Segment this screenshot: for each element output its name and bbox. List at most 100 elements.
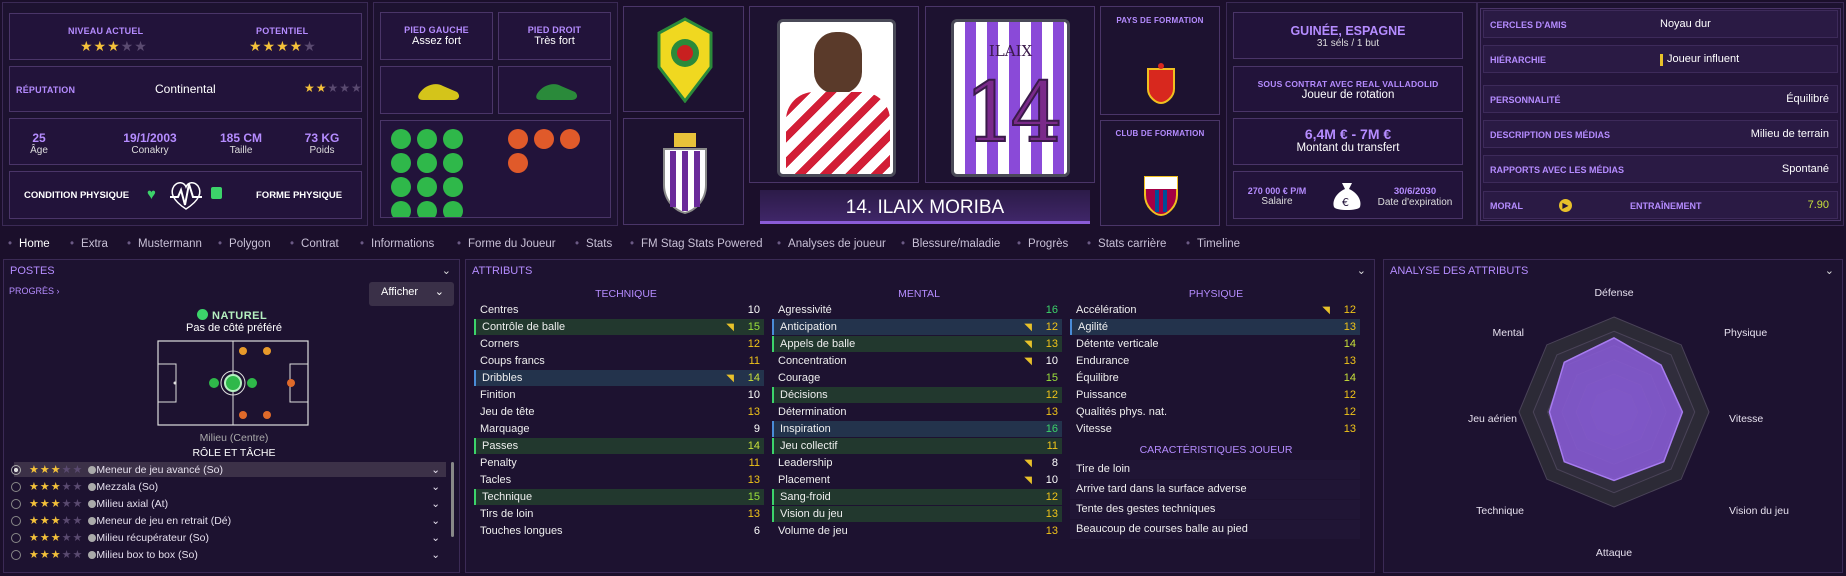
attribute-row[interactable]: Centres 10 [474,302,764,318]
info-row-media-relations[interactable]: RAPPORTS AVEC LES MÉDIAS Spontané [1483,155,1838,183]
trait-icon[interactable] [443,177,463,197]
tab-timeline[interactable]: Timeline [1186,238,1240,250]
role-row[interactable]: ★★★★★ Milieu récupérateur (So) ⌄ [11,530,446,545]
trait-item[interactable]: Beaucoup de courses balle au pied [1070,520,1360,539]
attribute-row[interactable]: Vision du jeu 13 [772,506,1062,522]
tab-polygon[interactable]: Polygon [218,238,271,250]
tab-analyses[interactable]: Analyses de joueur [777,238,886,250]
role-row[interactable]: ★★★★★ Meneur de jeu avancé (So) ⌄ [11,462,446,477]
attribute-row[interactable]: Marquage 9 [474,421,764,437]
attribute-row[interactable]: Détente verticale 14 [1070,336,1360,352]
attribute-row[interactable]: Sang-froid 12 [772,489,1062,505]
trait-icon[interactable] [391,177,411,197]
chevron-down-icon[interactable]: ⌄ [1825,264,1834,277]
attribute-row[interactable]: Anticipation ◥ 12 [772,319,1062,335]
chevron-down-icon[interactable]: ⌄ [431,464,440,476]
info-row-hierarchy[interactable]: HIÉRARCHIE Joueur influent [1483,45,1838,73]
info-icon[interactable] [88,465,97,474]
trait-icon[interactable] [443,129,463,149]
tab-informations[interactable]: Informations [360,238,434,250]
roles-scrollbar[interactable] [451,462,454,537]
chevron-down-icon[interactable]: ⌄ [431,481,440,493]
tab-blessure[interactable]: Blessure/maladie [901,238,1000,250]
attribute-row[interactable]: Courage 15 [772,370,1062,386]
attribute-row[interactable]: Décisions 12 [772,387,1062,403]
attribute-row[interactable]: Tacles 13 [474,472,764,488]
attribute-row[interactable]: Leadership ◥ 8 [772,455,1062,471]
trait-icon[interactable] [443,201,463,217]
tab-progres[interactable]: Progrès [1017,238,1068,250]
attribute-row[interactable]: Jeu collectif 11 [772,438,1062,454]
show-button[interactable]: Afficher ⌄ [369,282,454,306]
role-row[interactable]: ★★★★★ Meneur de jeu en retrait (Dé) ⌄ [11,513,446,528]
attribute-row[interactable]: Coups francs 11 [474,353,764,369]
info-row-friends[interactable]: CERCLES D'AMIS Noyau dur [1483,10,1838,38]
tab-home[interactable]: Home [8,238,50,250]
role-row[interactable]: ★★★★★ Mezzala (So) ⌄ [11,479,446,494]
info-row-morale[interactable]: MORAL ▶ ENTRAÎNEMENT 7.90 [1483,191,1838,219]
attribute-row[interactable]: Inspiration 16 [772,421,1062,437]
info-icon[interactable] [88,516,97,525]
radio[interactable] [11,498,21,509]
trait-icon[interactable] [508,153,528,173]
attribute-row[interactable]: Endurance 13 [1070,353,1360,369]
radio[interactable] [11,549,21,560]
radio-selected[interactable] [11,464,21,475]
attribute-row[interactable]: Accélération ◥ 12 [1070,302,1360,318]
attribute-row[interactable]: Passes 14 [474,438,764,454]
trait-icon[interactable] [560,129,580,149]
trait-icon[interactable] [417,201,437,217]
trait-icon[interactable] [508,129,528,149]
progress-link[interactable]: PROGRÈS › [9,286,60,296]
trait-icon[interactable] [534,129,554,149]
trait-item[interactable]: Arrive tard dans la surface adverse [1070,480,1360,499]
attribute-row[interactable]: Corners 12 [474,336,764,352]
attribute-row[interactable]: Concentration ◥ 10 [772,353,1062,369]
tab-extra[interactable]: Extra [70,238,108,250]
info-icon[interactable] [88,533,97,542]
trait-icon[interactable] [391,153,411,173]
trait-icon[interactable] [417,153,437,173]
trait-icon[interactable] [417,129,437,149]
chevron-down-icon[interactable]: ⌄ [431,549,440,561]
attribute-row[interactable]: Penalty 11 [474,455,764,471]
chevron-down-icon[interactable]: ⌄ [442,264,451,277]
info-icon[interactable] [88,482,97,491]
attribute-row[interactable]: Appels de balle ◥ 13 [772,336,1062,352]
chevron-down-icon[interactable]: ⌄ [431,532,440,544]
trait-item[interactable]: Tente des gestes techniques [1070,500,1360,519]
trait-icon[interactable] [391,201,411,217]
attribute-row[interactable]: Touches longues 6 [474,523,764,539]
attribute-row[interactable]: Détermination 13 [772,404,1062,420]
attribute-row[interactable]: Agressivité 16 [772,302,1062,318]
attribute-row[interactable]: Jeu de tête 13 [474,404,764,420]
role-row[interactable]: ★★★★★ Milieu axial (At) ⌄ [11,496,446,511]
tab-contrat[interactable]: Contrat [290,238,339,250]
radio[interactable] [11,515,21,526]
info-icon[interactable] [88,499,97,508]
trait-item[interactable]: Tire de loin [1070,460,1360,479]
chevron-down-icon[interactable]: ⌄ [1357,264,1366,277]
chevron-down-icon[interactable]: ⌄ [431,498,440,510]
trait-icon[interactable] [443,153,463,173]
attribute-row[interactable]: Dribbles ◥ 14 [474,370,764,386]
tab-stats[interactable]: Stats [575,238,612,250]
info-row-personality[interactable]: PERSONNALITÉ Équilibré [1483,85,1838,113]
role-row[interactable]: ★★★★★ Milieu box to box (So) ⌄ [11,547,446,562]
attribute-row[interactable]: Équilibre 14 [1070,370,1360,386]
trait-icon[interactable] [417,177,437,197]
info-row-media-description[interactable]: DESCRIPTION DES MÉDIAS Milieu de terrain [1483,120,1838,148]
tab-stats-carriere[interactable]: Stats carrière [1087,238,1166,250]
tab-fm-stag[interactable]: FM Stag Stats Powered [630,238,762,250]
tab-mustermann[interactable]: Mustermann [127,238,202,250]
tab-forme-joueur[interactable]: Forme du Joueur [457,238,556,250]
info-icon[interactable] [88,550,97,559]
attribute-row[interactable]: Finition 10 [474,387,764,403]
attribute-row[interactable]: Qualités phys. nat. 12 [1070,404,1360,420]
attribute-row[interactable]: Agilité 13 [1070,319,1360,335]
trait-icon[interactable] [391,129,411,149]
attribute-row[interactable]: Vitesse 13 [1070,421,1360,437]
attribute-row[interactable]: Volume de jeu 13 [772,523,1062,539]
attribute-row[interactable]: Placement ◥ 10 [772,472,1062,488]
radio[interactable] [11,532,21,543]
